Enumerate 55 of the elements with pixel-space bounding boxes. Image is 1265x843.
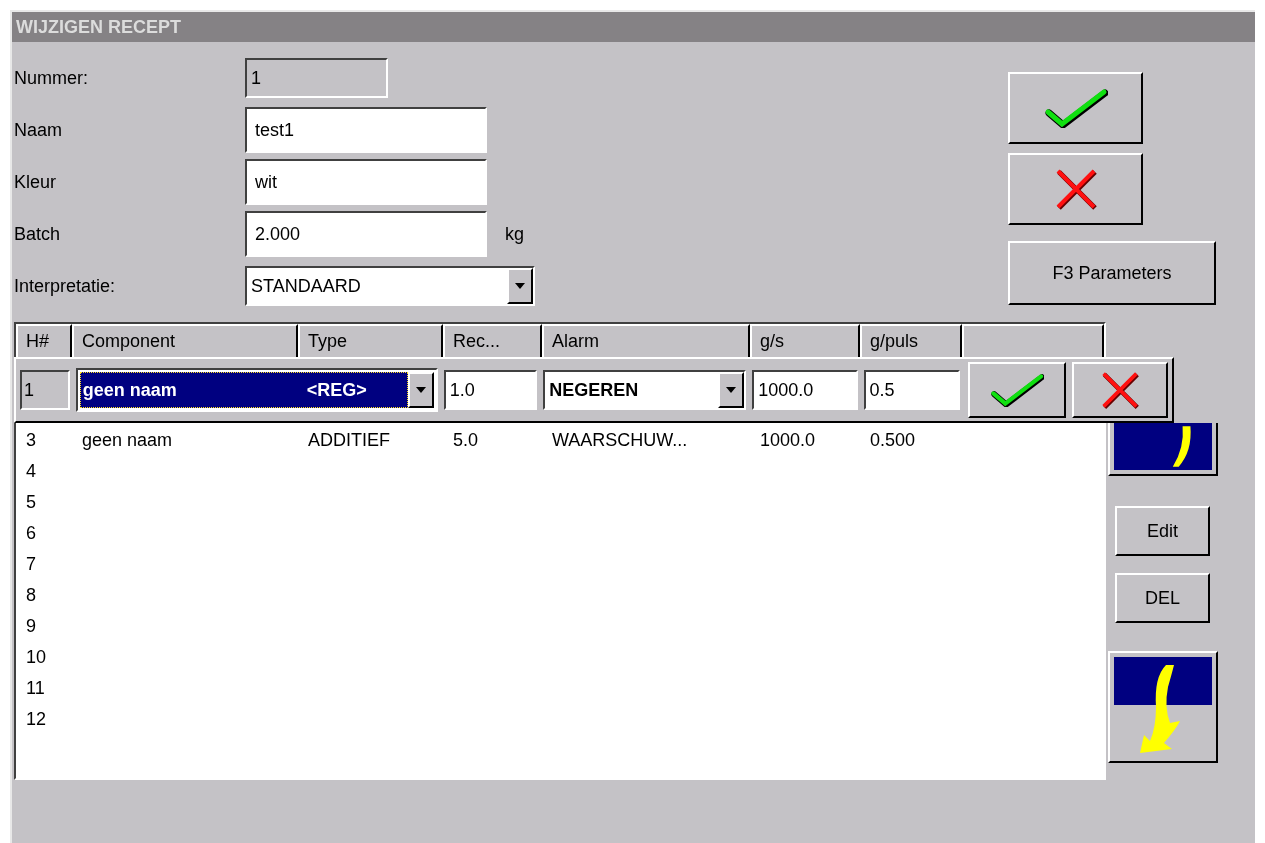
text-field[interactable]: test1 xyxy=(245,107,487,153)
field-label: Kleur xyxy=(14,170,58,194)
caret-icon xyxy=(726,387,737,393)
table-cell-text: 6 xyxy=(25,522,37,545)
confirm-button[interactable] xyxy=(1008,72,1143,144)
dropdown-button[interactable] xyxy=(407,372,434,408)
window-title: WIJZIGEN RECEPT xyxy=(12,12,1255,42)
table-cell-text: 1000.0 xyxy=(759,429,817,452)
table-cell-text: ADDITIEF xyxy=(307,429,391,452)
alarm-dropdown[interactable]: NEGEREN xyxy=(543,370,747,410)
table-cell-text: 5.0 xyxy=(452,429,480,452)
dropdown-button[interactable] xyxy=(507,268,533,304)
checkmark-icon xyxy=(989,373,1044,407)
parameters-button[interactable]: F3 Parameters xyxy=(1008,241,1216,305)
dropdown-button[interactable] xyxy=(718,372,745,408)
unit-label: kg xyxy=(505,222,524,246)
caret-icon xyxy=(515,283,525,289)
cancel-button[interactable] xyxy=(1008,153,1143,225)
table-cell-text: 9 xyxy=(25,615,37,638)
confirm-row-button[interactable] xyxy=(968,362,1066,418)
dropdown-value: STANDAARD xyxy=(251,274,361,298)
table-cell-text: geen naam xyxy=(81,429,174,452)
table-cell-text: 8 xyxy=(25,584,37,607)
component-name: geen naam xyxy=(82,378,177,402)
table-cell-text: 11 xyxy=(25,677,46,700)
caret-icon xyxy=(415,387,426,393)
pulse-field[interactable]: 0.5 xyxy=(863,370,961,410)
flow-field[interactable]: 1000.0 xyxy=(752,370,858,410)
scroll-down-button[interactable] xyxy=(1108,651,1218,763)
table-cell-text: 7 xyxy=(25,553,37,576)
edit-button[interactable]: Edit xyxy=(1115,506,1210,556)
table-cell-text: 4 xyxy=(25,460,37,483)
recipe-field[interactable]: 1.0 xyxy=(443,370,538,410)
text-field[interactable]: 2.000 xyxy=(245,211,487,257)
number-field: 1 xyxy=(245,58,388,98)
table-cell-text: 3 xyxy=(25,429,37,452)
number-field: 1 xyxy=(20,370,70,410)
dropdown-value: NEGEREN xyxy=(549,378,639,402)
checkmark-icon xyxy=(1043,88,1108,128)
field-label: Naam xyxy=(14,118,63,142)
scroll-up-button[interactable] xyxy=(1108,423,1218,476)
component-tag: <REG> xyxy=(306,376,367,404)
delete-button[interactable]: DEL xyxy=(1115,573,1210,623)
field-label: Interpretatie: xyxy=(14,274,117,298)
table-cell-text: WAARSCHUW... xyxy=(551,429,689,452)
component-dropdown[interactable]: geen naam <REG> xyxy=(75,368,438,412)
field-label: Nummer: xyxy=(14,66,89,90)
table-cell-text: 10 xyxy=(25,646,48,669)
text-field[interactable]: wit xyxy=(245,159,487,205)
table-cell-text: 0.500 xyxy=(869,429,917,452)
cancel-row-button[interactable] xyxy=(1071,362,1168,418)
dropdown-field[interactable]: STANDAARD xyxy=(245,266,535,306)
field-label: Batch xyxy=(14,222,62,246)
table-cell-text: 5 xyxy=(25,491,37,514)
table-cell-text: 12 xyxy=(25,708,48,731)
